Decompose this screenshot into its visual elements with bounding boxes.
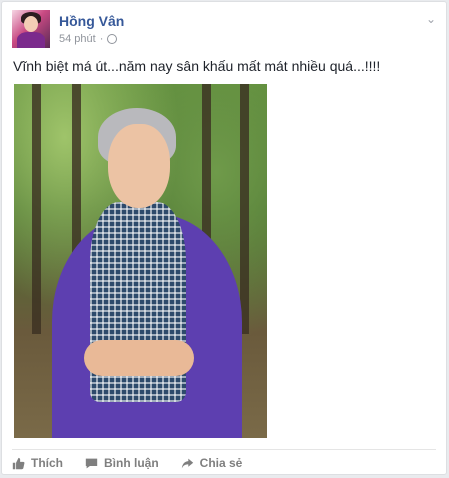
post-card: Hồng Vân 54 phút · ⌄ Vĩnh biệt má út...n… [1, 1, 447, 475]
actions-divider [12, 449, 436, 450]
like-label: Thích [31, 456, 63, 470]
post-photo[interactable] [14, 84, 267, 438]
chevron-down-icon[interactable]: ⌄ [426, 12, 436, 26]
thumbs-up-icon [12, 457, 25, 470]
globe-icon [107, 34, 118, 44]
meta-separator: · [99, 33, 104, 45]
tree-trunk [32, 84, 41, 334]
avatar-face [24, 16, 38, 32]
share-button[interactable]: Chia sẻ [181, 456, 243, 470]
photo-face [108, 124, 170, 208]
post-actions: Thích Bình luận Chia sẻ [12, 456, 242, 470]
avatar[interactable] [12, 10, 50, 48]
avatar-dress [17, 32, 45, 48]
comment-button[interactable]: Bình luận [85, 456, 159, 470]
share-icon [181, 457, 194, 470]
photo-hands [84, 340, 194, 376]
post-text: Vĩnh biệt má út...năm nay sân khấu mất m… [13, 58, 381, 74]
tree-trunk [240, 84, 249, 334]
like-button[interactable]: Thích [12, 456, 63, 470]
comment-icon [85, 457, 98, 470]
post-meta: 54 phút · [59, 33, 118, 45]
post-time[interactable]: 54 phút [59, 33, 96, 45]
comment-label: Bình luận [104, 456, 159, 470]
share-label: Chia sẻ [199, 456, 243, 470]
author-name[interactable]: Hồng Vân [59, 13, 124, 29]
